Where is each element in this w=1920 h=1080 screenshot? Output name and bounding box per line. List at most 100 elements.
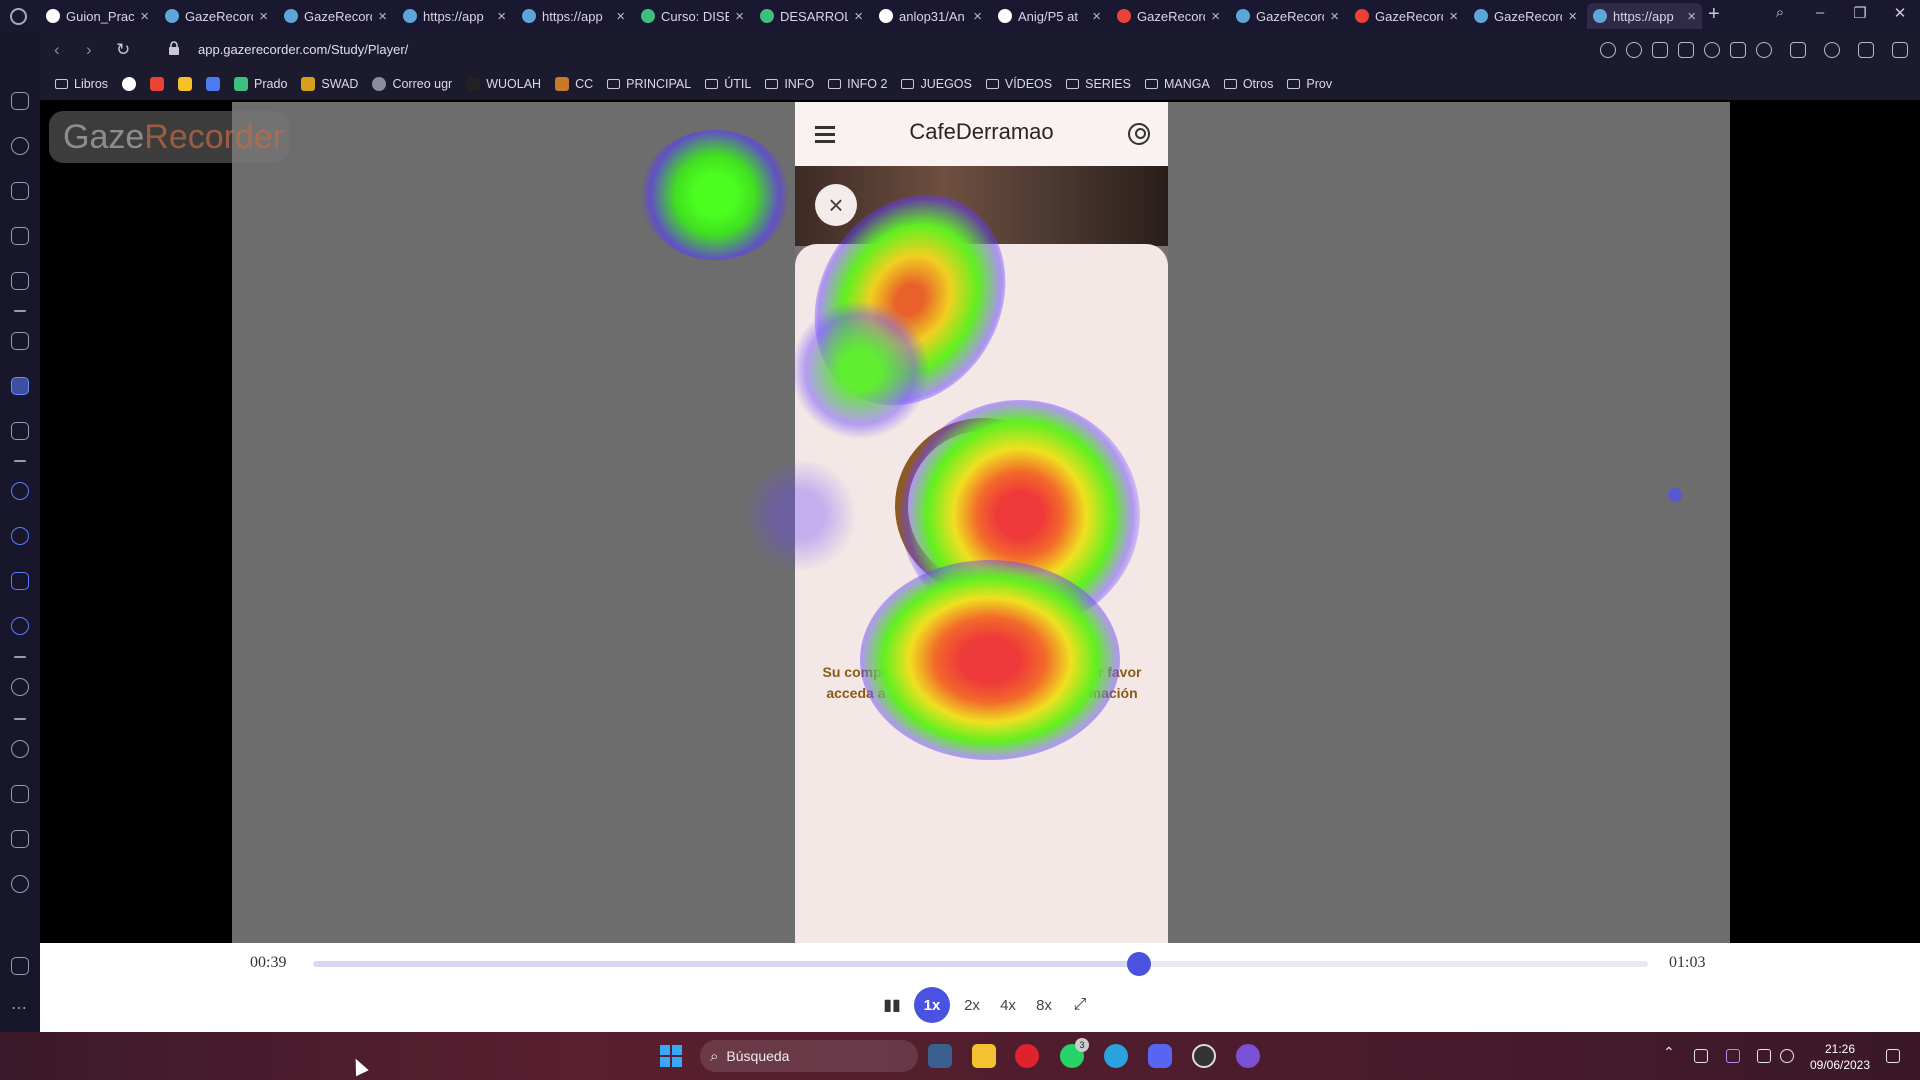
browser-tab[interactable]: anlop31/An × (873, 3, 988, 29)
tab-close-icon[interactable]: × (1449, 8, 1458, 25)
notes-icon[interactable] (11, 377, 29, 395)
discord-icon[interactable] (1148, 1044, 1172, 1068)
tab-close-icon[interactable]: × (497, 8, 506, 25)
file-explorer-icon[interactable] (972, 1044, 996, 1068)
bookmark-item[interactable] (206, 77, 221, 91)
browser-tab[interactable]: DESARROLL × (754, 3, 869, 29)
send-icon[interactable] (1730, 42, 1746, 58)
minimize-button[interactable]: – (1805, 4, 1835, 21)
crown-icon[interactable] (11, 422, 29, 440)
tab-search-icon[interactable]: ⌕ (1765, 4, 1795, 21)
player-icon[interactable] (11, 678, 29, 696)
edit-icon[interactable] (1652, 42, 1668, 58)
tab-close-icon[interactable]: × (378, 8, 387, 25)
bookmark-item[interactable]: Libros (55, 77, 108, 91)
browser-tab[interactable]: Curso: DISE × (635, 3, 750, 29)
bookmark-item[interactable]: SERIES (1066, 77, 1131, 91)
bag-icon[interactable] (11, 182, 29, 200)
obs-icon[interactable] (1192, 1044, 1216, 1068)
downloads-icon[interactable] (11, 785, 29, 803)
heart-icon[interactable] (1756, 42, 1772, 58)
settings-icon[interactable] (11, 875, 29, 893)
twitter-icon[interactable] (11, 617, 29, 635)
close-window-button[interactable]: ✕ (1885, 4, 1915, 22)
bookmark-item[interactable]: WUOLAH (466, 77, 541, 91)
clock[interactable]: 21:26 09/06/2023 (1805, 1041, 1875, 1073)
bookmark-item[interactable]: PRINCIPAL (607, 77, 691, 91)
browser-tab[interactable]: GazeRecord × (1111, 3, 1226, 29)
tab-close-icon[interactable]: × (1568, 8, 1577, 25)
twitch-icon[interactable] (11, 227, 29, 245)
bookmark-item[interactable] (150, 77, 165, 91)
bookmark-item[interactable]: Prov (1287, 77, 1332, 91)
browser-tab[interactable]: Guion_Pract × (40, 3, 155, 29)
new-tab-button[interactable]: + (1708, 3, 1720, 26)
browser-tab[interactable]: GazeRecord × (1230, 3, 1345, 29)
bookmark-item[interactable]: INFO (765, 77, 814, 91)
tab-close-icon[interactable]: × (973, 8, 982, 25)
tab-close-icon[interactable]: × (1092, 8, 1101, 25)
tab-close-icon[interactable]: × (1687, 8, 1696, 25)
tab-close-icon[interactable]: × (259, 8, 268, 25)
notification-icon[interactable] (1886, 1049, 1900, 1063)
speed-button-2x[interactable]: 2x (958, 988, 986, 1022)
discord-tray-icon[interactable] (1694, 1049, 1708, 1063)
camera-icon[interactable] (1678, 42, 1694, 58)
bookmark-item[interactable]: SWAD (301, 77, 358, 91)
bookmark-item[interactable]: VÍDEOS (985, 77, 1052, 91)
telegram-icon[interactable] (1104, 1044, 1128, 1068)
bookmark-item[interactable]: MANGA (1144, 77, 1210, 91)
volume-icon[interactable] (1780, 1049, 1794, 1063)
speed-button-4x[interactable]: 4x (994, 988, 1022, 1022)
pen-tray-icon[interactable] (1726, 1049, 1740, 1063)
bookmark-item[interactable]: ÚTIL (705, 77, 751, 91)
taskbar-search[interactable]: ⌕ Búsqueda (700, 1040, 918, 1072)
browser-tab[interactable]: https://app × (397, 3, 512, 29)
easy-setup-icon[interactable] (1892, 42, 1908, 58)
tab-close-icon[interactable]: × (1211, 8, 1220, 25)
network-icon[interactable] (1757, 1049, 1771, 1063)
tab-close-icon[interactable]: × (616, 8, 625, 25)
bookmark-item[interactable]: Otros (1223, 77, 1273, 91)
browser-tab[interactable]: GazeRecord × (1468, 3, 1583, 29)
instagram-icon[interactable] (11, 572, 29, 590)
emoji-icon[interactable] (1626, 42, 1642, 58)
download-icon[interactable] (1858, 42, 1874, 58)
fullscreen-icon[interactable]: ⤢ (1066, 988, 1094, 1022)
forward-icon[interactable]: › (86, 40, 92, 60)
seek-handle[interactable] (1127, 952, 1152, 976)
bookmark-item[interactable]: Prado (234, 77, 287, 91)
bookmark-item[interactable]: JUEGOS (901, 77, 972, 91)
browser-tab[interactable]: GazeRecord × (278, 3, 393, 29)
gamepad-icon[interactable] (11, 92, 29, 110)
reload-icon[interactable]: ↻ (116, 40, 130, 60)
bookmark-item[interactable]: CC (555, 77, 593, 91)
opera-menu-icon[interactable] (10, 8, 27, 25)
profile-icon[interactable] (1824, 42, 1840, 58)
bookmark-item[interactable]: INFO 2 (828, 77, 887, 91)
account-icon[interactable] (1128, 123, 1150, 145)
bookmark-item[interactable]: Correo ugr (372, 77, 452, 91)
bookmark-item[interactable] (122, 77, 137, 91)
github-desktop-icon[interactable] (1236, 1044, 1260, 1068)
start-icon[interactable] (660, 1045, 682, 1067)
speed-button-1x[interactable]: 1x (914, 987, 950, 1023)
extensions-icon[interactable] (1790, 42, 1806, 58)
widgets-icon[interactable] (928, 1044, 952, 1068)
close-icon[interactable]: × (815, 184, 857, 226)
back-icon[interactable]: ‹ (54, 40, 60, 60)
history-icon[interactable] (11, 740, 29, 758)
news-icon[interactable] (11, 272, 29, 290)
tab-close-icon[interactable]: × (1330, 8, 1339, 25)
browser-tab[interactable]: Anig/P5 at × (992, 3, 1107, 29)
browser-tab[interactable]: https://app × (516, 3, 631, 29)
tab-close-icon[interactable]: × (735, 8, 744, 25)
cube-icon[interactable] (11, 830, 29, 848)
adblock-icon[interactable] (1704, 42, 1720, 58)
telegram-icon[interactable] (11, 527, 29, 545)
tab-close-icon[interactable]: × (140, 8, 149, 25)
zoom-icon[interactable] (1600, 42, 1616, 58)
speed-button-8x[interactable]: 8x (1030, 988, 1058, 1022)
browser-tab[interactable]: GazeRecord × (1349, 3, 1464, 29)
speedometer-icon[interactable] (11, 137, 29, 155)
